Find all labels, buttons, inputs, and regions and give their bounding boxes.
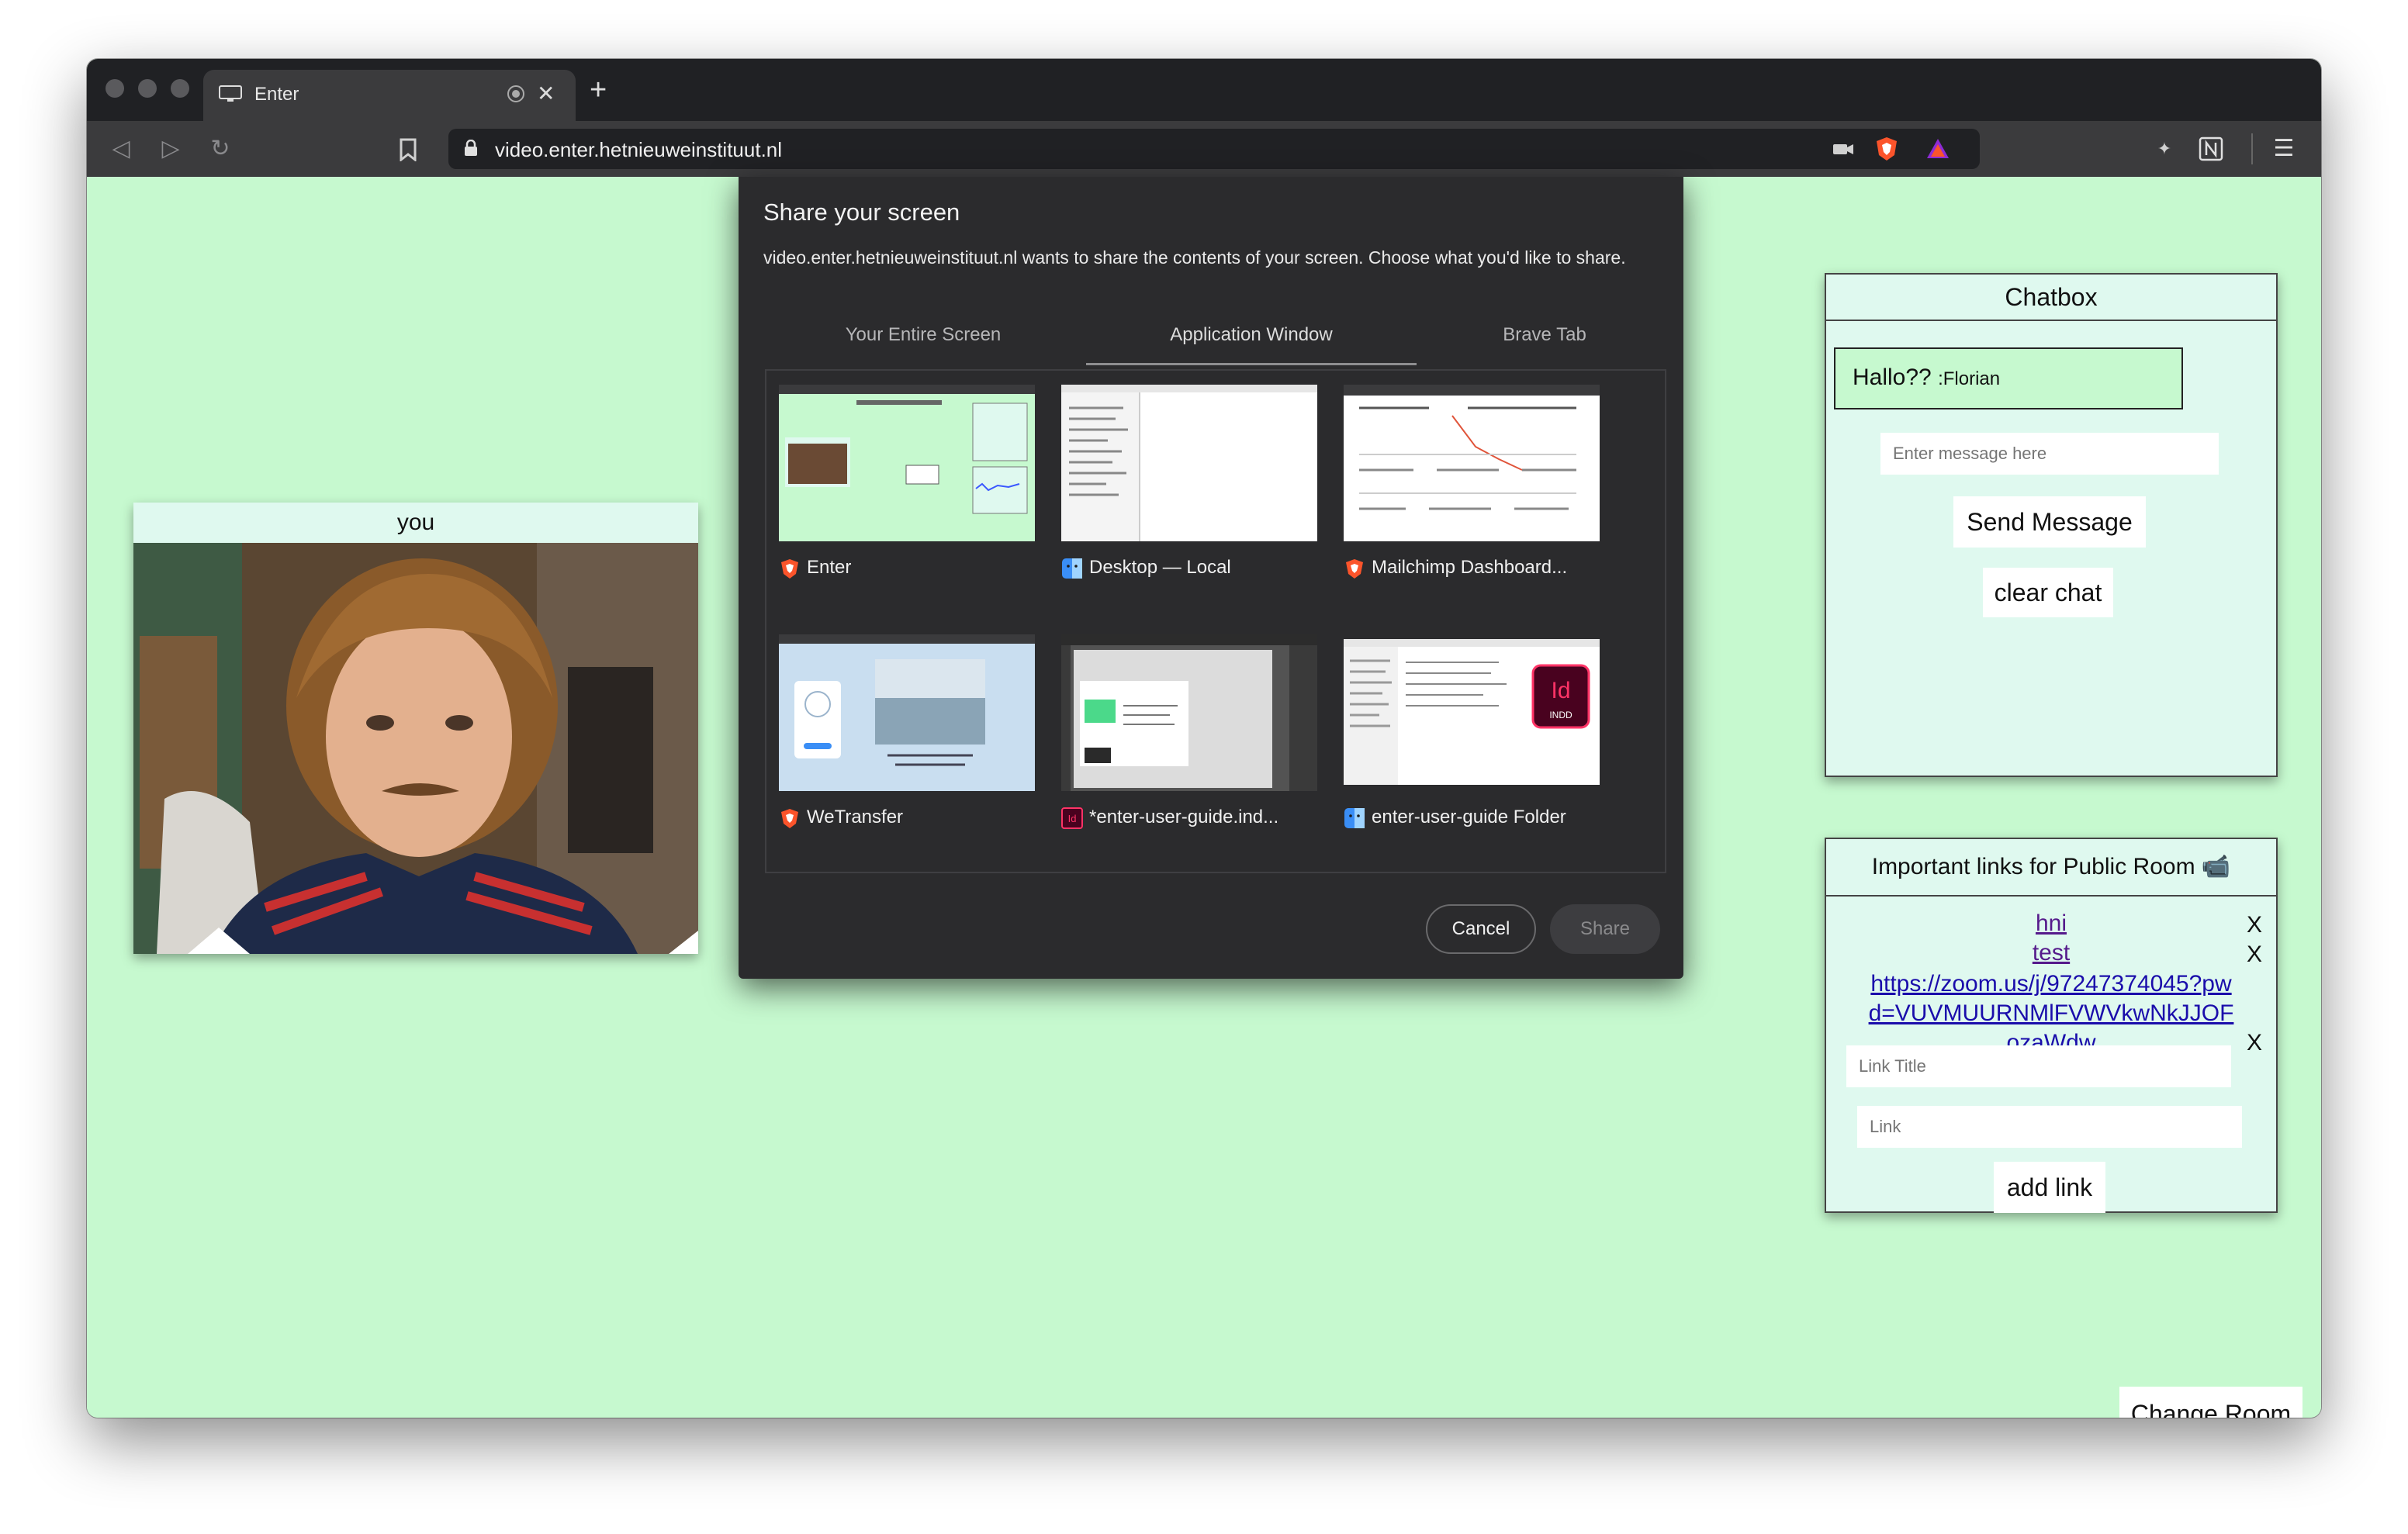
window-picker-grid: Enter Desktop — Local Mailchimp Dashboar…: [765, 369, 1666, 873]
remove-link-button[interactable]: X: [2247, 941, 2262, 968]
link-item: hni: [1826, 910, 2276, 937]
send-message-button[interactable]: Send Message: [1953, 496, 2146, 548]
window-label: Enter: [779, 557, 851, 579]
finder-icon: [1344, 807, 1365, 828]
window-thumbnail: [1061, 385, 1317, 541]
link-zoom[interactable]: https://zoom.us/j/97247374045?pwd=VUVMUU…: [1869, 971, 2234, 1055]
extension-icon[interactable]: ✦: [2150, 135, 2178, 163]
brave-shields-icon[interactable]: [1873, 135, 1901, 163]
lock-icon: [465, 140, 477, 156]
chat-message-text: Hallo?? :Florian: [1853, 364, 2000, 391]
close-window-button[interactable]: [106, 79, 124, 98]
tab-title: Enter: [254, 84, 299, 105]
window-thumbnail: [779, 634, 1035, 791]
important-links-panel: Important links for Public Room 📹 hni X …: [1825, 838, 2278, 1213]
monitor-icon: [219, 85, 242, 102]
indesign-icon: Id: [1061, 807, 1083, 829]
brave-icon: [781, 558, 798, 579]
window-thumbnail: [1344, 385, 1600, 541]
toolbar-divider: [2251, 133, 2253, 164]
window-label: WeTransfer: [779, 807, 903, 829]
brave-icon: [1346, 558, 1363, 579]
window-option[interactable]: Desktop — Local: [1061, 385, 1317, 594]
window-thumbnail: [1061, 634, 1317, 791]
browser-tab[interactable]: Enter ✕: [203, 70, 576, 121]
link-item: https://zoom.us/j/97247374045?pwd=VUVMUU…: [1865, 969, 2237, 1058]
window-label: Mailchimp Dashboard...: [1344, 557, 1567, 579]
window-label-text: WeTransfer: [807, 807, 904, 827]
forward-icon[interactable]: ▷: [157, 135, 185, 163]
window-thumbnail: [779, 385, 1035, 541]
message-author: :Florian: [1938, 368, 2001, 389]
tab-entire-screen[interactable]: Your Entire Screen: [807, 324, 1040, 346]
dialog-title: Share your screen: [763, 199, 960, 226]
clear-chat-button[interactable]: clear chat: [1983, 568, 2113, 617]
local-video-tile: you: [133, 503, 698, 954]
chat-message: Hallo?? :Florian: [1834, 347, 2183, 409]
minimize-window-button[interactable]: [138, 79, 157, 98]
link-item: test: [1826, 940, 2276, 966]
window-option[interactable]: WeTransfer: [779, 634, 1035, 844]
zoom-window-button[interactable]: [171, 79, 189, 98]
window-option[interactable]: Mailchimp Dashboard...: [1344, 385, 1600, 594]
link-title-input[interactable]: [1846, 1045, 2231, 1087]
bookmark-icon[interactable]: [399, 138, 417, 161]
share-button[interactable]: Share: [1550, 904, 1660, 954]
address-bar[interactable]: video.enter.hetnieuweinstituut.nl: [448, 129, 1980, 169]
tab-strip: Enter ✕ +: [87, 59, 2321, 121]
tab-brave-tab[interactable]: Brave Tab: [1455, 324, 1634, 346]
dialog-description: video.enter.hetnieuweinstituut.nl wants …: [763, 247, 1626, 268]
window-label-text: Mailchimp Dashboard...: [1372, 557, 1568, 578]
active-tab-indicator: [1086, 363, 1417, 365]
link-url-input[interactable]: [1857, 1106, 2242, 1148]
window-option[interactable]: Id INDD enter-user-guide Folder: [1344, 634, 1600, 844]
remove-link-button[interactable]: X: [2247, 912, 2262, 938]
link-test[interactable]: test: [2033, 940, 2070, 966]
menu-icon[interactable]: ☰: [2270, 135, 2298, 163]
window-option[interactable]: Id *enter-user-guide.ind...: [1061, 634, 1317, 844]
link-hni[interactable]: hni: [2036, 910, 2067, 936]
links-panel-title: Important links for Public Room 📹: [1826, 839, 2276, 897]
back-icon[interactable]: ◁: [107, 135, 135, 163]
add-link-button[interactable]: add link: [1994, 1162, 2105, 1213]
window-option[interactable]: Enter: [779, 385, 1035, 594]
finder-icon: [1062, 558, 1082, 579]
reload-icon[interactable]: ↻: [206, 135, 234, 163]
window-label: enter-user-guide Folder: [1344, 807, 1566, 829]
window-label-text: *enter-user-guide.ind...: [1089, 807, 1279, 827]
camera-icon[interactable]: [1829, 135, 1857, 163]
chatbox-panel: Chatbox Hallo?? :Florian Send Message cl…: [1825, 273, 2278, 777]
brave-rewards-icon[interactable]: [1924, 135, 1952, 163]
cancel-button[interactable]: Cancel: [1426, 904, 1536, 954]
chat-message-input[interactable]: [1880, 433, 2219, 475]
recording-indicator-icon: [507, 85, 524, 102]
svg-text:Id: Id: [1068, 813, 1077, 824]
change-room-button[interactable]: Change Room: [2119, 1387, 2302, 1418]
video-label: you: [396, 510, 435, 535]
window-label: Desktop — Local: [1061, 557, 1231, 579]
webcam-video: [133, 543, 698, 954]
tab-application-window[interactable]: Application Window: [1086, 324, 1417, 346]
message-body: Hallo??: [1853, 364, 1932, 390]
browser-toolbar: ◁ ▷ ↻ video.enter.hetnieuweinstituut.nl: [87, 121, 2321, 177]
new-tab-button[interactable]: +: [590, 74, 607, 105]
url-text: video.enter.hetnieuweinstituut.nl: [495, 138, 783, 161]
svg-text:Id: Id: [1551, 678, 1570, 703]
notion-extension-icon[interactable]: [2199, 136, 2223, 161]
window-label-text: enter-user-guide Folder: [1372, 807, 1566, 827]
remove-link-button[interactable]: X: [2247, 1030, 2262, 1056]
window-label-text: Enter: [807, 557, 852, 578]
window-thumbnail: Id INDD: [1344, 639, 1600, 785]
window-label-text: Desktop — Local: [1089, 557, 1231, 578]
window-label: Id *enter-user-guide.ind...: [1061, 807, 1278, 829]
svg-text:INDD: INDD: [1549, 710, 1572, 720]
chatbox-title: Chatbox: [1826, 275, 2276, 321]
brave-icon: [781, 808, 798, 828]
share-screen-dialog: Share your screen video.enter.hetnieuwei…: [739, 177, 1683, 979]
browser-window: Enter ✕ + ◁ ▷ ↻ video.enter.hetnieuweins…: [87, 59, 2321, 1418]
tab-close-icon[interactable]: ✕: [537, 81, 555, 106]
